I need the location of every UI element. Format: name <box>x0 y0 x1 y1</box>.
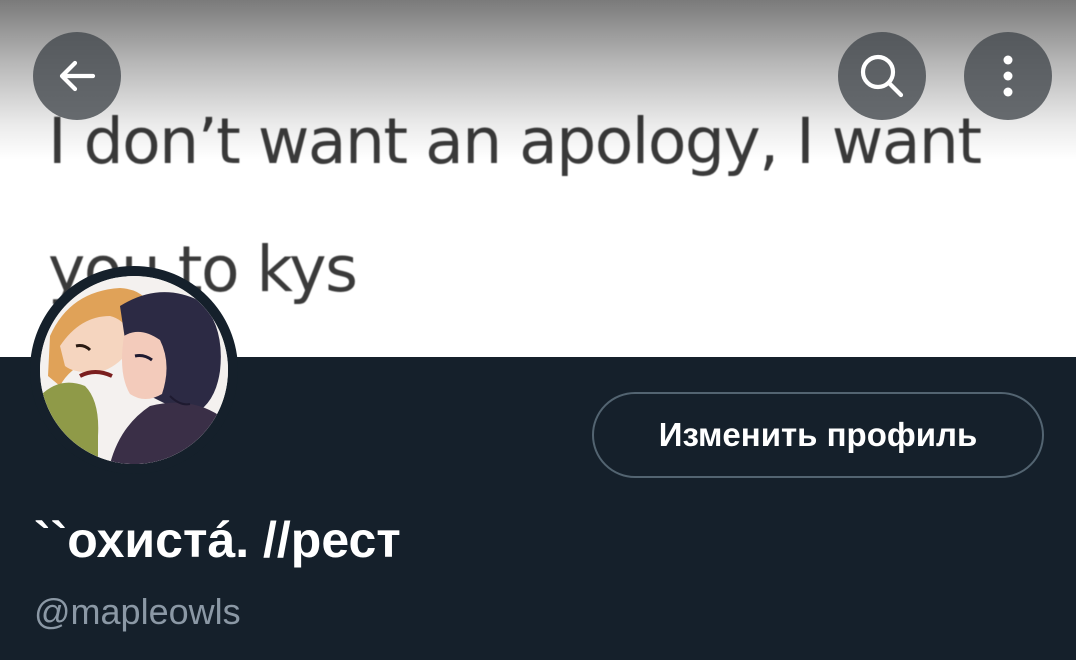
search-button[interactable] <box>838 32 926 120</box>
username-handle: @mapleowls <box>34 591 241 632</box>
more-options-button[interactable] <box>964 32 1052 120</box>
arrow-left-icon <box>53 52 101 100</box>
avatar[interactable] <box>30 266 238 474</box>
back-button[interactable] <box>33 32 121 120</box>
avatar-image <box>40 276 228 464</box>
search-icon <box>856 50 908 102</box>
edit-profile-button[interactable]: Изменить профиль <box>592 392 1044 478</box>
more-vertical-icon <box>998 50 1018 102</box>
display-name: ``охистá. //рест <box>34 512 401 568</box>
profile-screen: I don’t want an apology, I want you to k… <box>0 0 1076 660</box>
